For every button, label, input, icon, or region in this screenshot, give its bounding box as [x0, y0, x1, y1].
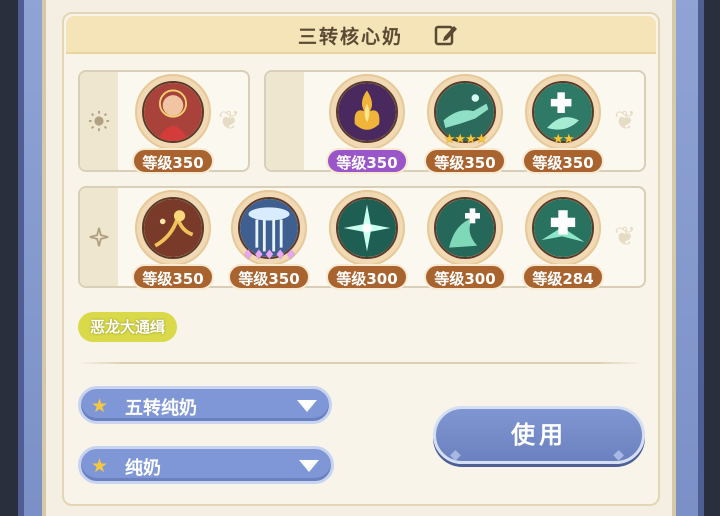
decor-swirl-icon: ❦ [614, 222, 636, 252]
preset-select-label: 纯奶 [125, 458, 161, 479]
star-icon: ★ [91, 395, 109, 417]
skill-level-badge: 等级350 [228, 264, 310, 290]
green-star-icon [336, 197, 398, 259]
skill-level-badge: 等级350 [326, 148, 408, 174]
skill-level-badge: 等级350 [522, 148, 604, 174]
decor-swirl-icon: ❦ [218, 106, 240, 136]
skill-level-badge: 等级300 [326, 264, 408, 290]
chevron-down-icon[interactable] [297, 400, 317, 412]
sun-icon [80, 72, 118, 170]
green-burst-cross-icon [532, 197, 594, 259]
preset-select-primary[interactable]: ★ 五转纯奶 [78, 386, 332, 424]
green-swirl-cross-icon [434, 197, 496, 259]
star-rating: ★★★★ [443, 132, 488, 147]
diamond-ornament-icon: ◆ [613, 447, 628, 463]
decor-swirl-icon: ❦ [614, 106, 636, 136]
event-tag: 恶龙大通缉 [78, 312, 178, 342]
skill-slot[interactable]: 等级350 [132, 190, 214, 290]
skill-slot[interactable]: 等级300 [326, 190, 408, 290]
star-rating: ★★ [552, 132, 574, 147]
skill-slot[interactable]: ★★ 等级350 [522, 74, 604, 174]
edit-icon[interactable] [433, 22, 459, 48]
skill-slot[interactable]: 等级350 [326, 74, 408, 174]
diamond-ornament-icon: ◆ [450, 447, 465, 463]
skill-level-badge: 等级350 [132, 148, 214, 174]
skill-slot[interactable]: 等级284 [522, 190, 604, 290]
skill-level-badge: 等级350 [132, 264, 214, 290]
skill-slot[interactable]: ♦♦♦♦♦ 等级350 [228, 190, 310, 290]
golden-flame-icon [336, 81, 398, 143]
star-icon: ★ [91, 455, 109, 477]
use-button-label: 使用 [511, 421, 567, 449]
preset-select-secondary[interactable]: ★ 纯奶 [78, 446, 334, 484]
moon-icon [266, 72, 304, 170]
skill-level-badge: 等级284 [522, 264, 604, 290]
use-button[interactable]: ◆ 使用 ◆ [433, 406, 645, 464]
preset-select-label: 五转纯奶 [125, 398, 197, 419]
star-rating: ♦♦♦♦♦ [242, 248, 296, 263]
skill-slot[interactable]: 等级350 [132, 74, 214, 174]
skill-slot[interactable]: ★★★★ 等级350 [424, 74, 506, 174]
loadout-title: 三转核心奶 [298, 26, 404, 48]
chevron-down-icon[interactable] [299, 460, 319, 472]
skill-level-badge: 等级300 [424, 264, 506, 290]
flower-vine-icon [142, 197, 204, 259]
skill-slot[interactable]: 等级300 [424, 190, 506, 290]
sparkle-icon [80, 188, 118, 286]
section-divider [78, 362, 642, 364]
skill-level-badge: 等级350 [424, 148, 506, 174]
flame-lady-icon [142, 81, 204, 143]
